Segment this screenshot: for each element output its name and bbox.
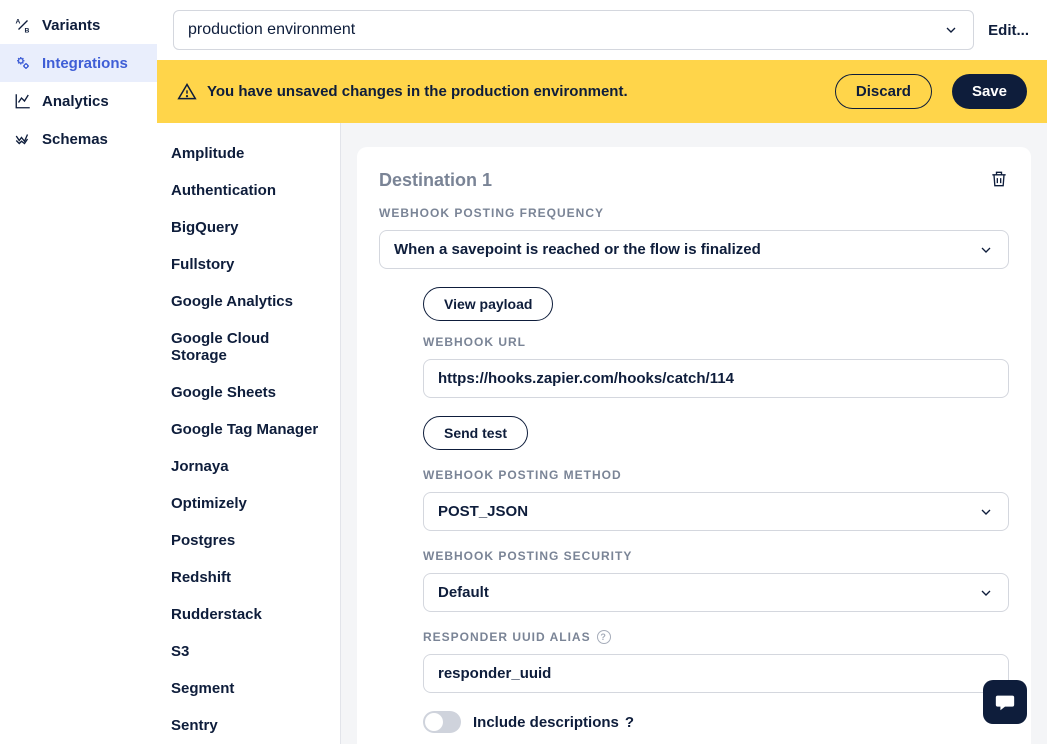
nav-item-label: Schemas bbox=[42, 131, 108, 148]
frequency-select[interactable]: When a savepoint is reached or the flow … bbox=[379, 230, 1009, 269]
chevron-down-icon bbox=[978, 242, 994, 258]
chat-icon bbox=[994, 691, 1016, 713]
responder-alias-input-wrapper[interactable] bbox=[423, 654, 1009, 693]
integration-authentication[interactable]: Authentication bbox=[171, 172, 326, 209]
trash-icon bbox=[989, 169, 1009, 189]
responder-alias-input[interactable] bbox=[438, 665, 994, 682]
integration-google-tag-manager[interactable]: Google Tag Manager bbox=[171, 411, 326, 448]
integration-postgres[interactable]: Postgres bbox=[171, 522, 326, 559]
integration-rudderstack[interactable]: Rudderstack bbox=[171, 596, 326, 633]
help-icon[interactable]: ? bbox=[625, 714, 634, 731]
integration-redshift[interactable]: Redshift bbox=[171, 559, 326, 596]
view-payload-button[interactable]: View payload bbox=[423, 287, 553, 321]
responder-alias-label: RESPONDER UUID ALIAS ? bbox=[423, 630, 1009, 644]
frequency-label: WEBHOOK POSTING FREQUENCY bbox=[379, 206, 1009, 220]
integration-s3[interactable]: S3 bbox=[171, 633, 326, 670]
nav-item-integrations[interactable]: Integrations bbox=[0, 44, 157, 82]
integration-sentry[interactable]: Sentry bbox=[171, 707, 326, 744]
nav-item-label: Integrations bbox=[42, 55, 128, 72]
nav-item-variants[interactable]: AB Variants bbox=[0, 6, 157, 44]
environment-selected-value: production environment bbox=[188, 21, 355, 39]
posting-security-select[interactable]: Default bbox=[423, 573, 1009, 612]
destination-card: Destination 1 WEBHOOK POSTING FREQUENCY … bbox=[357, 147, 1031, 744]
include-descriptions-toggle[interactable] bbox=[423, 711, 461, 733]
environment-bar: production environment Edit... bbox=[157, 0, 1047, 60]
chevron-down-icon bbox=[978, 504, 994, 520]
destination-settings-panel: Destination 1 WEBHOOK POSTING FREQUENCY … bbox=[340, 123, 1047, 744]
svg-text:B: B bbox=[25, 28, 30, 35]
nav-item-analytics[interactable]: Analytics bbox=[0, 82, 157, 120]
warning-icon bbox=[177, 82, 197, 102]
help-icon[interactable]: ? bbox=[597, 630, 611, 644]
include-descriptions-label: Include descriptions ? bbox=[473, 714, 634, 731]
save-button[interactable]: Save bbox=[952, 74, 1027, 109]
edit-environment-link[interactable]: Edit... bbox=[988, 22, 1029, 39]
posting-method-select[interactable]: POST_JSON bbox=[423, 492, 1009, 531]
delete-destination-button[interactable] bbox=[989, 169, 1009, 192]
integration-optimizely[interactable]: Optimizely bbox=[171, 485, 326, 522]
integration-segment[interactable]: Segment bbox=[171, 670, 326, 707]
webhook-url-input-wrapper[interactable] bbox=[423, 359, 1009, 398]
environment-select[interactable]: production environment bbox=[173, 10, 974, 50]
integration-bigquery[interactable]: BigQuery bbox=[171, 209, 326, 246]
integration-google-analytics[interactable]: Google Analytics bbox=[171, 283, 326, 320]
chevron-down-icon bbox=[943, 22, 959, 38]
help-chat-button[interactable] bbox=[983, 680, 1027, 724]
integration-fullstory[interactable]: Fullstory bbox=[171, 246, 326, 283]
multiline-icon bbox=[14, 130, 32, 148]
nav-item-label: Analytics bbox=[42, 93, 109, 110]
svg-text:A: A bbox=[16, 19, 21, 26]
integration-jornaya[interactable]: Jornaya bbox=[171, 448, 326, 485]
webhook-url-input[interactable] bbox=[438, 370, 994, 387]
posting-security-label: WEBHOOK POSTING SECURITY bbox=[423, 549, 1009, 563]
chart-icon bbox=[14, 92, 32, 110]
nav-item-label: Variants bbox=[42, 17, 100, 34]
integration-google-cloud-storage[interactable]: Google Cloud Storage bbox=[171, 320, 326, 374]
gear-icon bbox=[14, 54, 32, 72]
posting-method-value: POST_JSON bbox=[438, 503, 528, 520]
banner-message: You have unsaved changes in the producti… bbox=[207, 83, 825, 100]
integration-amplitude[interactable]: Amplitude bbox=[171, 135, 326, 172]
destination-title: Destination 1 bbox=[379, 170, 492, 191]
posting-method-label: WEBHOOK POSTING METHOD bbox=[423, 468, 1009, 482]
unsaved-changes-banner: You have unsaved changes in the producti… bbox=[157, 60, 1047, 123]
nav-item-schemas[interactable]: Schemas bbox=[0, 120, 157, 158]
integrations-list: Amplitude Authentication BigQuery Fullst… bbox=[157, 123, 340, 744]
posting-security-value: Default bbox=[438, 584, 489, 601]
integration-google-sheets[interactable]: Google Sheets bbox=[171, 374, 326, 411]
ab-icon: AB bbox=[14, 16, 32, 34]
chevron-down-icon bbox=[978, 585, 994, 601]
frequency-value: When a savepoint is reached or the flow … bbox=[394, 241, 761, 258]
discard-button[interactable]: Discard bbox=[835, 74, 932, 109]
sidebar-nav: AB Variants Integrations Analytics Schem… bbox=[0, 0, 157, 744]
send-test-button[interactable]: Send test bbox=[423, 416, 528, 450]
webhook-url-label: WEBHOOK URL bbox=[423, 335, 1009, 349]
